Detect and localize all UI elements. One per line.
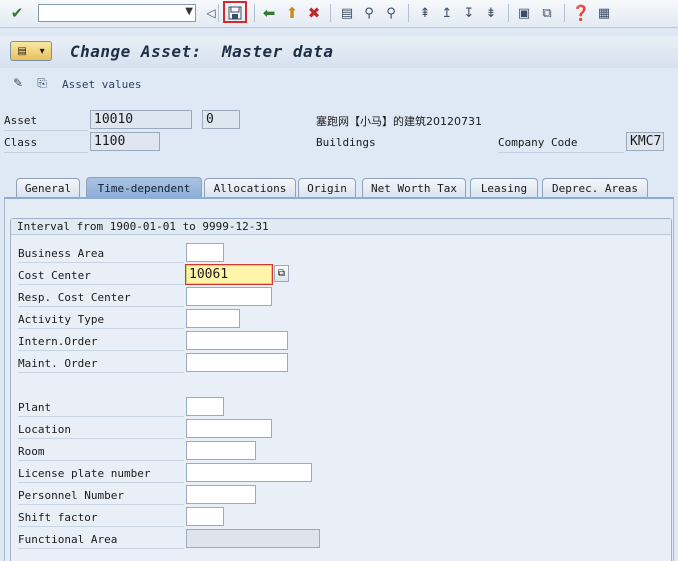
activity-type-label: Activity Type — [18, 309, 184, 329]
chevron-down-icon[interactable]: ▼ — [185, 6, 193, 17]
cost-center-input[interactable]: 10061 — [186, 265, 272, 284]
functional-area-label: Functional Area — [18, 529, 184, 549]
page-title: Change Asset: Master data — [70, 42, 334, 61]
tab-deprec-areas[interactable]: Deprec. Areas — [542, 178, 648, 197]
tab-net-worth-tax[interactable]: Net Worth Tax — [362, 178, 466, 197]
tab-general[interactable]: General — [16, 178, 80, 197]
find-next-icon[interactable]: ⚲ — [382, 4, 400, 22]
class-label: Class — [4, 136, 38, 149]
plant-label: Plant — [18, 397, 184, 417]
business-area-input[interactable] — [186, 243, 224, 262]
title-bar: ▤ ▾ Change Asset: Master data — [0, 36, 678, 68]
activity-type-input[interactable] — [186, 309, 240, 328]
toolbar-separator — [218, 4, 219, 22]
toolbar-separator — [254, 4, 255, 22]
room-label: Room — [18, 441, 184, 461]
menu-icon: ▤ — [17, 45, 27, 57]
save-icon[interactable] — [226, 4, 244, 22]
command-field[interactable]: ▼ — [38, 4, 196, 22]
next-page-icon[interactable]: ↧ — [460, 4, 478, 22]
maint-order-input[interactable] — [186, 353, 288, 372]
tab-leasing[interactable]: Leasing — [470, 178, 538, 197]
enter-icon[interactable]: ✔ — [8, 4, 26, 22]
shortcut-icon[interactable]: ⧉ — [538, 4, 556, 22]
chevron-down-icon: ▾ — [39, 45, 45, 57]
room-input[interactable] — [186, 441, 256, 460]
display-change-icon[interactable]: ✎ — [10, 75, 26, 91]
interval-title: Interval from 1900-01-01 to 9999-12-31 — [11, 219, 671, 235]
asset-values-button[interactable]: Asset values — [62, 78, 141, 91]
company-code-field[interactable]: KMC7 — [626, 132, 664, 151]
back-icon[interactable]: ⬅ — [260, 4, 278, 22]
label-underline — [4, 130, 88, 131]
label-underline — [4, 152, 88, 153]
value-help-icon[interactable]: ⧉ — [274, 265, 289, 282]
tab-allocations[interactable]: Allocations — [204, 178, 296, 197]
personnel-number-input[interactable] — [186, 485, 256, 504]
personnel-number-label: Personnel Number — [18, 485, 184, 505]
customize-layout-icon[interactable]: ▦ — [595, 4, 613, 22]
last-page-icon[interactable]: ⇟ — [482, 4, 500, 22]
other-asset-icon[interactable]: ⎘ — [34, 75, 50, 91]
system-toolbar: ✔ ▼ ◁ ⬅ ⬆ ✖ ▤ ⚲ ⚲ ⇞ ↥ ↧ ⇟ ▣ ⧉ ❓ ▦ — [0, 0, 678, 28]
toolbar-separator — [508, 4, 509, 22]
find-icon[interactable]: ⚲ — [360, 4, 378, 22]
cost-center-label: Cost Center — [18, 265, 184, 285]
first-page-icon[interactable]: ⇞ — [416, 4, 434, 22]
license-plate-label: License plate number — [18, 463, 184, 483]
location-label: Location — [18, 419, 184, 439]
intern-order-input[interactable] — [186, 331, 288, 350]
asset-number-field[interactable]: 10010 — [90, 110, 192, 129]
resp-cost-center-input[interactable] — [186, 287, 272, 306]
resp-cost-center-label: Resp. Cost Center — [18, 287, 184, 307]
shift-factor-label: Shift factor — [18, 507, 184, 527]
exit-icon[interactable]: ⬆ — [283, 4, 301, 22]
shift-factor-input[interactable] — [186, 507, 224, 526]
plant-input[interactable] — [186, 397, 224, 416]
asset-description: 塞跑网【小马】的建筑20120731 — [316, 115, 482, 128]
tab-origin[interactable]: Origin — [298, 178, 356, 197]
toolbar-separator — [408, 4, 409, 22]
class-description: Buildings — [316, 136, 376, 149]
asset-subnumber-field[interactable]: 0 — [202, 110, 240, 129]
functional-area-input — [186, 529, 320, 548]
business-area-label: Business Area — [18, 243, 184, 263]
toolbar-separator — [564, 4, 565, 22]
label-underline — [498, 152, 624, 153]
class-field[interactable]: 1100 — [90, 132, 160, 151]
help-icon[interactable]: ❓ — [572, 4, 591, 22]
company-code-label: Company Code — [498, 136, 578, 149]
menu-button[interactable]: ▤ ▾ — [10, 41, 52, 61]
location-input[interactable] — [186, 419, 272, 438]
intern-order-label: Intern.Order — [18, 331, 184, 351]
maint-order-label: Maint. Order — [18, 353, 184, 373]
previous-page-icon[interactable]: ↥ — [438, 4, 456, 22]
cancel-icon[interactable]: ✖ — [305, 4, 323, 22]
asset-label: Asset — [4, 114, 38, 127]
create-session-icon[interactable]: ▣ — [515, 4, 533, 22]
license-plate-input[interactable] — [186, 463, 312, 482]
application-toolbar: ✎ ⎘ Asset values — [0, 72, 678, 96]
tab-time-dependent[interactable]: Time-dependent — [86, 177, 202, 198]
toolbar-separator — [330, 4, 331, 22]
print-icon[interactable]: ▤ — [338, 4, 356, 22]
